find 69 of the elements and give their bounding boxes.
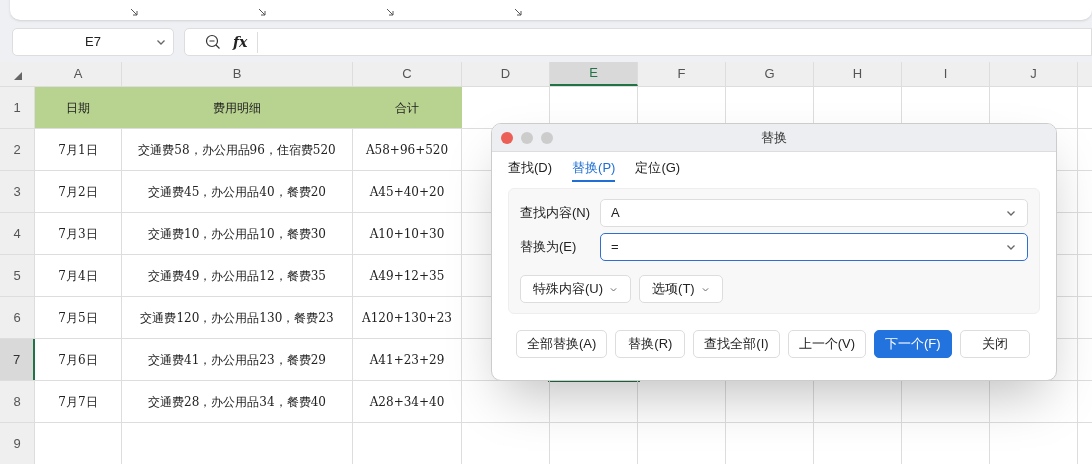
cell-reference: E7 (85, 33, 101, 52)
table-cell-text: A120+130+23 (362, 309, 452, 327)
column-header[interactable]: I (902, 62, 990, 86)
row-header[interactable]: 5 (0, 255, 35, 296)
column-header[interactable]: G (726, 62, 814, 86)
dropdown-button[interactable]: 特殊内容(U) (520, 275, 632, 303)
field-label: 查找内容(N) (520, 204, 592, 223)
dialog-launcher-icon[interactable] (130, 8, 138, 16)
column-header[interactable]: F (638, 62, 726, 86)
close-icon[interactable] (501, 131, 513, 144)
column-header[interactable]: H (814, 62, 902, 86)
table-cell-text: A58+96+520 (365, 141, 449, 159)
table-cell-text: 交通费45，办公用品40，餐费20 (148, 183, 326, 201)
table-cell-text: A10+10+30 (369, 225, 445, 243)
tab[interactable]: 查找(D) (508, 156, 553, 182)
table-cell-text: A49+12+35 (369, 267, 445, 285)
dialog-button[interactable]: 全部替换(A) (516, 330, 608, 358)
row-header[interactable]: 3 (0, 171, 35, 212)
table-cell-text: A41+23+29 (369, 351, 445, 369)
dialog-button[interactable]: 关闭 (959, 330, 1030, 358)
table-cell-text: 7月5日 (58, 309, 98, 327)
input-field[interactable]: A (600, 199, 1028, 227)
row-header[interactable]: 2 (0, 129, 35, 170)
row-header[interactable]: 8 (0, 381, 35, 422)
dialog-title: 替换 (761, 128, 787, 147)
tab[interactable]: 定位(G) (635, 156, 681, 182)
table-cell-text: 7月2日 (58, 183, 98, 201)
formula-bar[interactable]: fx (184, 28, 1092, 56)
row-header[interactable]: 7 (0, 339, 35, 380)
input-field[interactable]: = (600, 233, 1028, 261)
dialog-button[interactable]: 下一个(F) (873, 330, 952, 358)
table-cell-text: 交通费120，办公用品130，餐费23 (140, 309, 334, 327)
row-header[interactable]: 4 (0, 213, 35, 254)
tab[interactable]: 替换(P) (572, 156, 616, 182)
column-header[interactable]: A (35, 62, 122, 86)
table-cell-text: 7月6日 (58, 351, 98, 369)
dialog-button[interactable]: 查找全部(I) (693, 330, 780, 358)
column-header[interactable]: C (353, 62, 462, 86)
header-cell-text: 日期 (66, 99, 90, 117)
column-header[interactable]: B (122, 62, 353, 86)
table-cell-text: 交通费58，办公用品96，住宿费520 (138, 141, 336, 159)
table-cell-text: A45+40+20 (369, 183, 445, 201)
dialog-button[interactable]: 上一个(V) (787, 330, 866, 358)
field-label: 替换为(E) (520, 238, 578, 257)
zoom-out-icon[interactable] (205, 34, 221, 50)
table-cell-text: A28+34+40 (369, 393, 445, 411)
table-cell-text: 交通费41，办公用品23，餐费29 (148, 351, 326, 369)
header-cell-text: 合计 (395, 99, 419, 117)
table-cell-text: 7月7日 (58, 393, 98, 411)
header-cell-text: 费用明细 (213, 99, 261, 117)
name-box[interactable]: E7 (12, 28, 174, 56)
table-cell-text: 7月1日 (58, 141, 98, 159)
row-header[interactable]: 9 (0, 423, 35, 464)
dropdown-button[interactable]: 选项(T) (639, 275, 723, 303)
dialog-launcher-icon[interactable] (386, 8, 394, 16)
column-header[interactable]: E (550, 62, 638, 86)
dialog-button[interactable]: 替换(R) (615, 330, 686, 358)
table-cell-text: 交通费49，办公用品12，餐费35 (148, 267, 326, 285)
dialog-launcher-icon[interactable] (258, 8, 266, 16)
table-cell-text: 交通费28，办公用品34，餐费40 (148, 393, 326, 411)
select-all-icon[interactable] (13, 72, 22, 80)
table-cell-text: 7月4日 (58, 267, 98, 285)
table-cell-text: 交通费10，办公用品10，餐费30 (148, 225, 326, 243)
dialog-launcher-icon[interactable] (514, 8, 522, 16)
row-header[interactable]: 6 (0, 297, 35, 338)
row-header[interactable]: 1 (0, 87, 35, 128)
table-cell-text: 7月3日 (58, 225, 98, 243)
function-label[interactable]: fx (233, 31, 259, 53)
column-header[interactable]: J (990, 62, 1078, 86)
